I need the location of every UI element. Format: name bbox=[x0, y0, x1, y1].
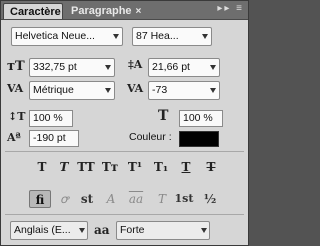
chevron-down-icon bbox=[201, 228, 207, 233]
kerning-icon: VA bbox=[7, 82, 24, 95]
baseline-shift-field[interactable]: -190 pt bbox=[29, 130, 79, 147]
vertical-scale-icon: ↕T bbox=[8, 110, 26, 123]
horizontal-scale-icon: T bbox=[158, 108, 169, 124]
leading-icon: ‡A bbox=[128, 58, 143, 71]
tab-character-label: Caractère bbox=[10, 6, 61, 18]
kerning-dropdown[interactable]: Métrique bbox=[29, 81, 115, 100]
tracking-icon: VA bbox=[127, 82, 144, 95]
color-label: Couleur : bbox=[129, 131, 172, 143]
font-family-value: Helvetica Neue... bbox=[15, 30, 95, 42]
swash-button[interactable]: A bbox=[100, 190, 122, 208]
font-size-icon: тT bbox=[7, 59, 25, 74]
kerning-value: Métrique bbox=[33, 84, 74, 96]
panel-menu-icon[interactable]: ▸▸ ≡ bbox=[217, 3, 244, 14]
close-icon[interactable]: × bbox=[136, 6, 142, 17]
contextual-alternates-button[interactable]: st bbox=[76, 190, 98, 208]
antialias-dropdown[interactable]: Forte bbox=[116, 221, 210, 240]
font-size-value: 332,75 pt bbox=[33, 61, 77, 73]
chevron-down-icon bbox=[210, 88, 216, 93]
underline-button[interactable]: T bbox=[175, 159, 197, 175]
leading-value: 21,66 pt bbox=[152, 61, 190, 73]
divider bbox=[5, 151, 244, 152]
font-style-value: 87 Hea... bbox=[136, 30, 179, 42]
antialias-value: Forte bbox=[120, 224, 145, 236]
font-style-dropdown[interactable]: 87 Hea... bbox=[132, 27, 212, 46]
chevron-down-icon bbox=[113, 34, 119, 39]
character-panel: Caractère Paragraphe × ▸▸ ≡ Helvetica Neu… bbox=[0, 0, 249, 246]
vertical-scale-field[interactable]: 100 % bbox=[29, 110, 73, 127]
font-size-field[interactable]: 332,75 pt bbox=[29, 58, 115, 77]
strikethrough-button[interactable]: T bbox=[200, 159, 222, 175]
tab-character[interactable]: Caractère bbox=[3, 3, 63, 19]
fractions-button[interactable]: ½ bbox=[199, 190, 221, 208]
faux-bold-button[interactable]: T bbox=[31, 159, 53, 175]
language-dropdown[interactable]: Anglais (E... bbox=[10, 221, 88, 240]
tab-paragraph-label: Paragraphe bbox=[71, 5, 132, 17]
subscript-button[interactable]: T₁ bbox=[150, 159, 172, 175]
faux-italic-button[interactable]: T bbox=[53, 159, 75, 175]
stylistic-alternates-button[interactable]: aa bbox=[125, 190, 147, 208]
all-caps-button[interactable]: TT bbox=[75, 159, 97, 175]
discretionary-ligatures-button[interactable]: ꝍ bbox=[53, 190, 75, 208]
tab-paragraph[interactable]: Paragraphe × bbox=[65, 3, 155, 19]
small-caps-button[interactable]: Tт bbox=[99, 159, 121, 175]
language-value: Anglais (E... bbox=[14, 224, 71, 236]
tracking-value: -73 bbox=[152, 84, 168, 96]
baseline-shift-value: -190 pt bbox=[33, 132, 66, 144]
chevron-down-icon bbox=[202, 34, 208, 39]
chevron-down-icon bbox=[105, 65, 111, 70]
tracking-field[interactable]: -73 bbox=[148, 81, 220, 100]
chevron-down-icon bbox=[210, 65, 216, 70]
color-swatch[interactable] bbox=[179, 131, 219, 147]
superscript-button[interactable]: T¹ bbox=[124, 159, 146, 175]
font-family-dropdown[interactable]: Helvetica Neue... bbox=[11, 27, 123, 46]
ligatures-button[interactable]: fi bbox=[29, 190, 51, 208]
vertical-scale-value: 100 % bbox=[33, 112, 63, 124]
horizontal-scale-value: 100 % bbox=[183, 112, 213, 124]
baseline-shift-icon: Aª bbox=[7, 131, 21, 144]
ordinals-button[interactable]: 1st bbox=[173, 190, 195, 208]
leading-field[interactable]: 21,66 pt bbox=[148, 58, 220, 77]
horizontal-scale-field[interactable]: 100 % bbox=[179, 110, 223, 127]
divider bbox=[5, 214, 244, 215]
titling-alternates-button[interactable]: T bbox=[151, 190, 173, 208]
tab-bar: Caractère Paragraphe × ▸▸ ≡ bbox=[1, 1, 248, 20]
chevron-down-icon bbox=[105, 88, 111, 93]
chevron-down-icon bbox=[79, 228, 85, 233]
antialias-icon: aa bbox=[94, 223, 110, 237]
